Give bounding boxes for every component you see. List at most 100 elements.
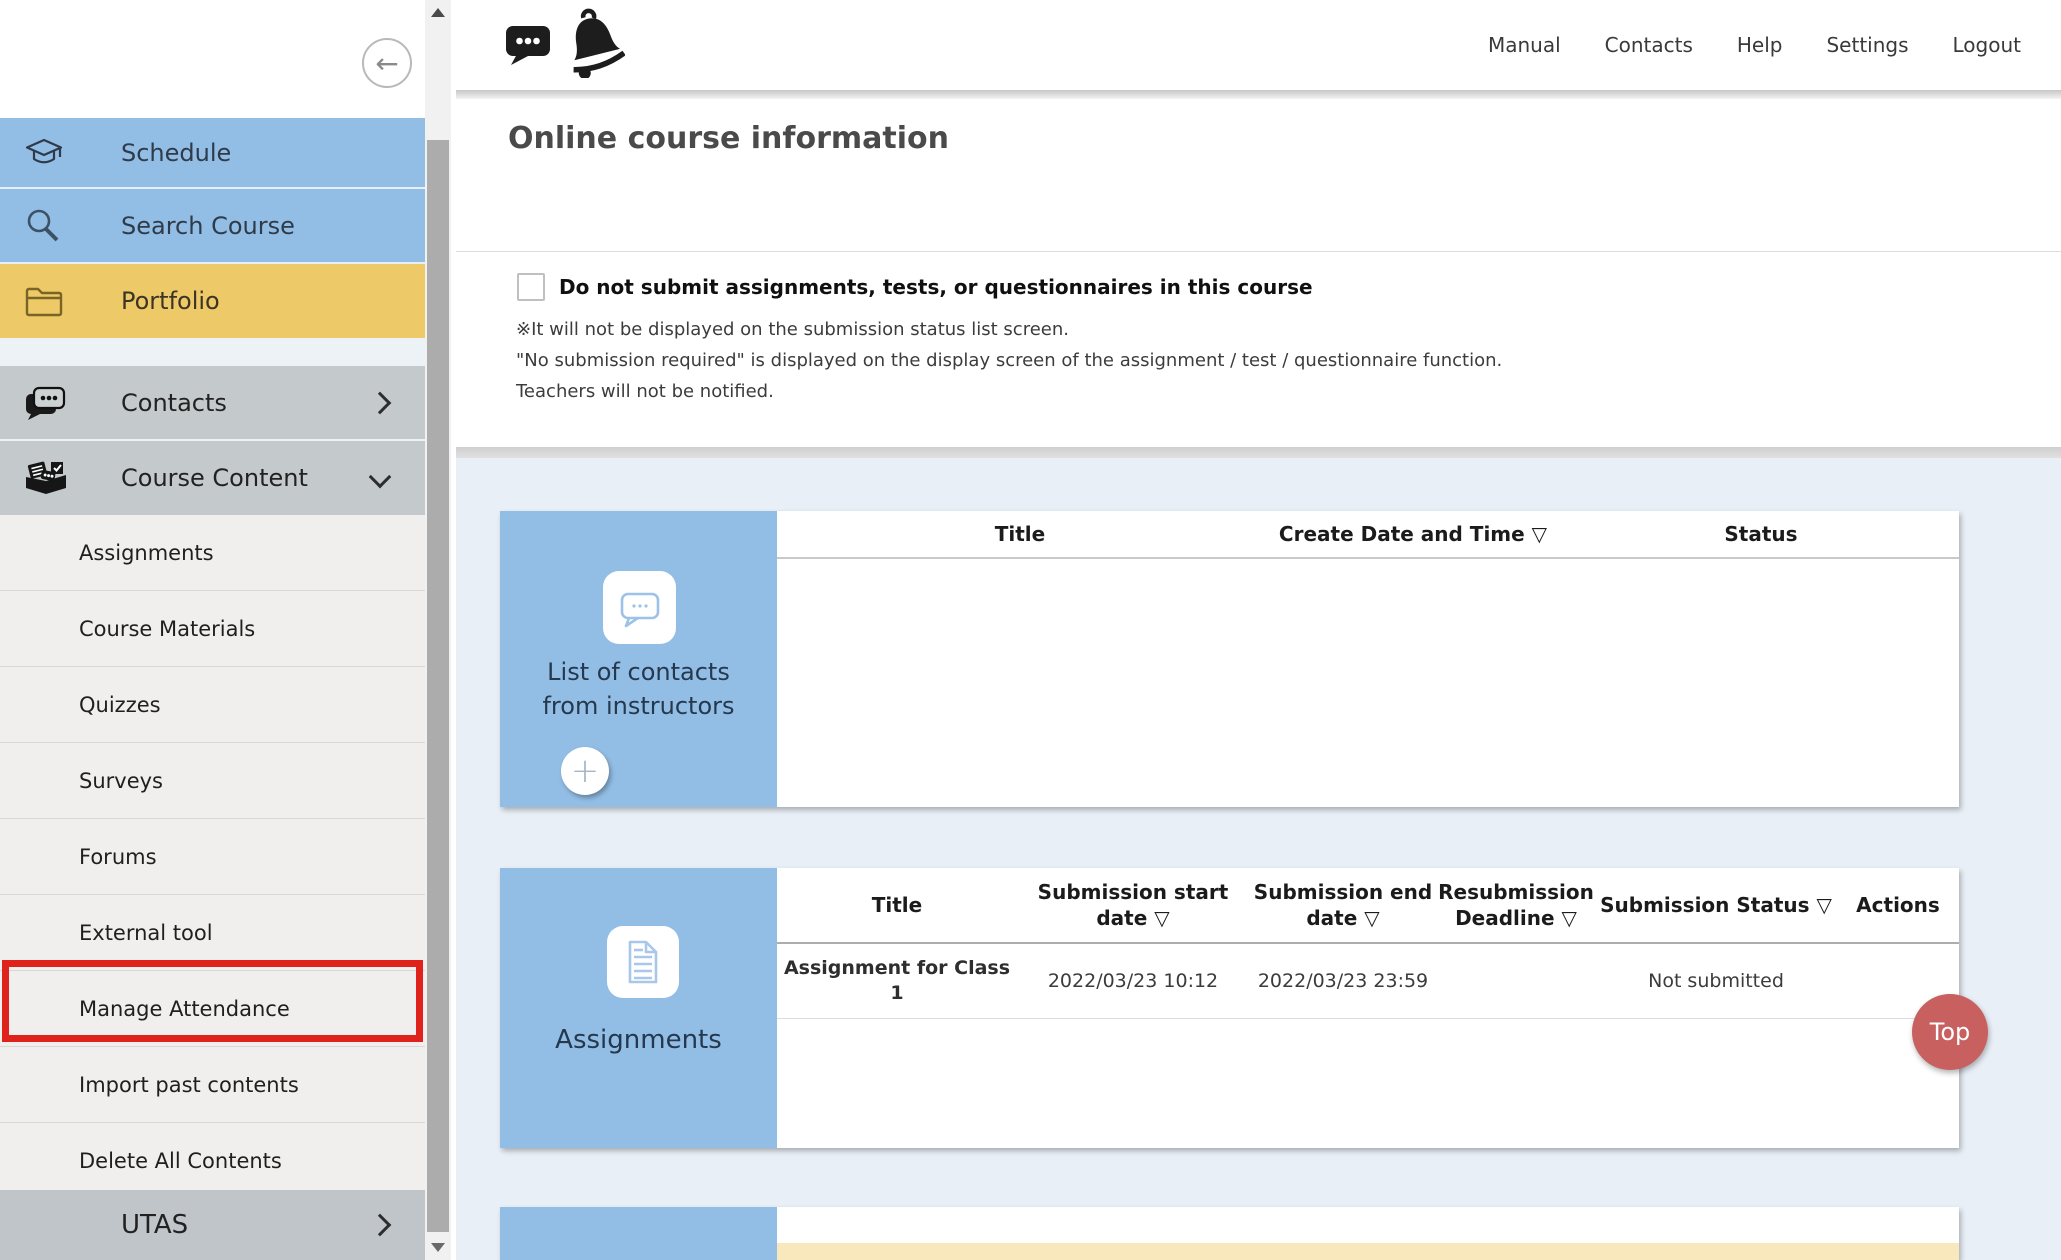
cell-submission-start: 2022/03/23 10:12	[1017, 944, 1249, 1018]
nav-help[interactable]: Help	[1737, 33, 1783, 57]
chevron-right-icon	[369, 1214, 392, 1237]
document-card-icon	[607, 926, 679, 998]
scrollbar-thumb[interactable]	[427, 140, 449, 1232]
col-create-date[interactable]: Create Date and Time ▽	[1263, 511, 1563, 557]
assignments-card: Assignments Title Submission start date …	[500, 868, 1959, 1148]
col-resubmission-deadline[interactable]: Resubmission Deadline ▽	[1437, 868, 1595, 942]
sidebar-item-utas[interactable]: UTAS	[0, 1190, 425, 1260]
sidebar-scrollbar[interactable]	[425, 0, 451, 1260]
col-submission-status[interactable]: Submission Status ▽	[1595, 868, 1837, 942]
screen: ← Schedule Search Course	[0, 0, 2061, 1260]
assignment-row[interactable]: Assignment for Class 1 2022/03/23 10:12 …	[777, 944, 1959, 1019]
col-title[interactable]: Title	[777, 868, 1017, 942]
speech-bubble-icon	[24, 385, 68, 421]
scroll-up-button[interactable]	[425, 0, 451, 25]
contacts-card-panel[interactable]: List of contacts from instructors +	[500, 511, 777, 807]
sidebar-item-search-course[interactable]: Search Course	[0, 189, 425, 264]
sidebar-item-course-materials[interactable]: Course Materials	[0, 591, 425, 667]
note-line: ※It will not be displayed on the submiss…	[516, 314, 1502, 345]
sub-item-label: Surveys	[79, 769, 163, 793]
sidebar-item-label: Portfolio	[121, 287, 220, 315]
sub-item-label: Forums	[79, 845, 157, 869]
sidebar-item-surveys[interactable]: Surveys	[0, 743, 425, 819]
label-line: List of contacts	[500, 655, 777, 689]
sidebar: ← Schedule Search Course	[0, 0, 425, 1260]
col-actions[interactable]: Actions	[1837, 868, 1959, 942]
assignments-card-label: Assignments	[500, 1025, 777, 1055]
cell-submission-end: 2022/03/23 23:59	[1249, 944, 1437, 1018]
next-card-panel	[500, 1207, 777, 1260]
nav-logout[interactable]: Logout	[1953, 33, 2021, 57]
sidebar-item-schedule[interactable]: Schedule	[0, 118, 425, 189]
nav-contacts[interactable]: Contacts	[1605, 33, 1693, 57]
chat-icon[interactable]	[505, 24, 551, 70]
sidebar-item-label: Contacts	[121, 389, 227, 417]
section-separator	[456, 447, 2061, 458]
sidebar-item-contacts[interactable]: Contacts	[0, 366, 425, 441]
contacts-from-instructors-card: List of contacts from instructors + Titl…	[500, 511, 1959, 807]
sidebar-item-label: Schedule	[121, 139, 231, 167]
assignments-card-panel[interactable]: Assignments	[500, 868, 777, 1148]
sidebar-item-assignments[interactable]: Assignments	[0, 515, 425, 591]
sidebar-collapse-button[interactable]: ←	[362, 38, 412, 88]
sidebar-item-course-content[interactable]: Course Content	[0, 441, 425, 517]
scroll-down-button[interactable]	[425, 1235, 451, 1260]
chevron-down-icon	[369, 466, 392, 489]
sidebar-item-label: Search Course	[121, 212, 295, 240]
top-navigation: Manual Contacts Help Settings Logout	[1488, 0, 2021, 90]
assignments-table-header: Title Submission start date ▽ Submission…	[777, 868, 1959, 944]
note-line: Teachers will not be notified.	[516, 376, 1502, 407]
course-content-submenu: Assignments Course Materials Quizzes Sur…	[0, 515, 425, 1199]
do-not-submit-checkbox[interactable]	[517, 273, 545, 301]
nav-manual[interactable]: Manual	[1488, 33, 1561, 57]
pending-row	[777, 1243, 1959, 1260]
contacts-card-label: List of contacts from instructors	[500, 655, 777, 723]
col-status[interactable]: Status	[1563, 511, 1959, 557]
heading-section: Online course information	[456, 99, 2061, 252]
options-section: Do not submit assignments, tests, or que…	[456, 252, 2061, 447]
topbar-shadow	[456, 90, 2061, 99]
manage-attendance-highlight-box	[2, 960, 423, 1042]
cell-submission-status: Not submitted	[1595, 944, 1837, 1018]
cell-title[interactable]: Assignment for Class 1	[777, 944, 1017, 1018]
folder-icon	[24, 284, 64, 318]
back-arrow-icon: ←	[375, 47, 398, 80]
col-submission-end[interactable]: Submission end date ▽	[1249, 868, 1437, 942]
topbar: Manual Contacts Help Settings Logout	[456, 0, 2061, 90]
scroll-to-top-button[interactable]: Top	[1912, 994, 1988, 1070]
speech-bubble-card-icon	[603, 571, 676, 644]
plus-icon: +	[571, 751, 600, 791]
note-line: "No submission required" is displayed on…	[516, 345, 1502, 376]
col-submission-start[interactable]: Submission start date ▽	[1017, 868, 1249, 942]
bell-icon[interactable]	[563, 8, 625, 82]
sidebar-item-quizzes[interactable]: Quizzes	[0, 667, 425, 743]
sidebar-item-label: UTAS	[121, 1210, 188, 1240]
sub-item-label: Assignments	[79, 541, 214, 565]
label-line: from instructors	[500, 689, 777, 723]
contacts-table-header: Title Create Date and Time ▽ Status	[777, 511, 1959, 559]
sub-item-label: Quizzes	[79, 693, 161, 717]
col-title[interactable]: Title	[777, 511, 1263, 557]
sub-item-label: Import past contents	[79, 1073, 299, 1097]
graduation-cap-icon	[24, 137, 64, 169]
magnifier-icon	[24, 207, 62, 245]
chevron-right-icon	[369, 391, 392, 414]
sub-item-label: External tool	[79, 921, 213, 945]
top-button-label: Top	[1930, 1018, 1971, 1046]
nav-settings[interactable]: Settings	[1826, 33, 1908, 57]
sub-item-label: Course Materials	[79, 617, 255, 641]
triangle-down-icon	[431, 1243, 445, 1252]
sidebar-item-portfolio[interactable]: Portfolio	[0, 264, 425, 338]
cell-resubmission-deadline	[1437, 944, 1595, 1018]
options-notes: ※It will not be displayed on the submiss…	[516, 314, 1502, 407]
sidebar-item-forums[interactable]: Forums	[0, 819, 425, 895]
sidebar-item-delete-all-contents[interactable]: Delete All Contents	[0, 1123, 425, 1199]
sidebar-gap	[0, 338, 425, 366]
sub-item-label: Delete All Contents	[79, 1149, 282, 1173]
sidebar-item-label: Course Content	[121, 464, 308, 492]
content-box-icon	[24, 460, 68, 496]
add-contact-button[interactable]: +	[561, 747, 609, 795]
next-card-partial	[500, 1207, 1959, 1260]
sidebar-item-import-past-contents[interactable]: Import past contents	[0, 1047, 425, 1123]
page-title: Online course information	[508, 121, 949, 156]
